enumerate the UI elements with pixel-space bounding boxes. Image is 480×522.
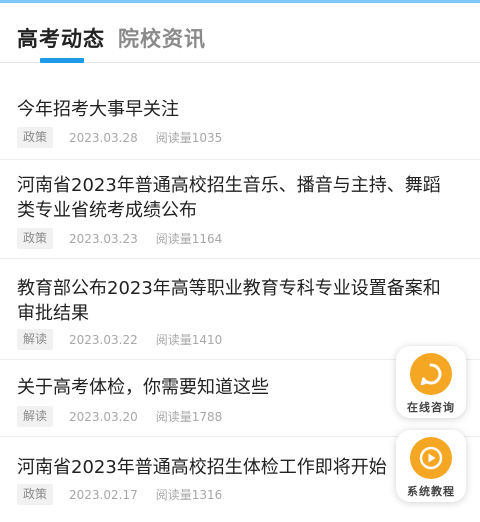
category-badge: 政策 — [17, 228, 54, 249]
news-title: 教育部公布2023年高等职业教育专科专业设置备案和审批结果 — [17, 278, 441, 324]
news-meta: 解读 2023.03.22 阅读量1410 — [17, 329, 222, 350]
news-item[interactable]: 今年招考大事早关注 政策 2023.03.28 阅读量1035 — [0, 64, 480, 160]
news-title: 河南省2023年普通高校招生音乐、播音与主持、舞蹈类专业省统考成绩公布 — [17, 175, 441, 221]
news-meta: 政策 2023.02.17 阅读量1316 — [17, 484, 222, 505]
tab-bar: 高考动态 院校资讯 — [0, 3, 480, 63]
publish-date: 2023.03.20 — [69, 409, 138, 424]
publish-date: 2023.02.17 — [69, 487, 138, 502]
tab-exam-news[interactable]: 高考动态 — [17, 23, 105, 53]
tab-school-news[interactable]: 院校资讯 — [118, 23, 206, 53]
view-count: 阅读量1788 — [155, 410, 223, 424]
news-title: 河南省2023年普通高校招生体检工作即将开始 — [17, 457, 387, 478]
publish-date: 2023.03.23 — [69, 231, 138, 246]
publish-date: 2023.03.22 — [69, 332, 138, 347]
category-badge: 政策 — [17, 484, 54, 505]
news-item[interactable]: 教育部公布2023年高等职业教育专科专业设置备案和审批结果 解读 2023.03… — [0, 259, 480, 360]
category-badge: 政策 — [17, 127, 54, 148]
category-badge: 解读 — [17, 406, 54, 427]
chat-icon — [410, 353, 452, 395]
view-count: 阅读量1410 — [155, 333, 223, 347]
news-meta: 解读 2023.03.20 阅读量1788 — [17, 406, 222, 427]
online-consult-label: 在线咨询 — [407, 401, 455, 414]
news-meta: 政策 2023.03.28 阅读量1035 — [17, 127, 222, 148]
view-count: 阅读量1035 — [155, 131, 223, 145]
category-badge: 解读 — [17, 329, 54, 350]
system-tutorial-button[interactable]: 系统教程 — [396, 430, 466, 502]
online-consult-button[interactable]: 在线咨询 — [396, 346, 466, 418]
play-icon — [410, 437, 452, 479]
active-tab-indicator — [40, 58, 84, 63]
news-item[interactable]: 河南省2023年普通高校招生音乐、播音与主持、舞蹈类专业省统考成绩公布 政策 2… — [0, 160, 480, 259]
system-tutorial-label: 系统教程 — [407, 485, 455, 498]
view-count: 阅读量1164 — [155, 232, 223, 246]
publish-date: 2023.03.28 — [69, 130, 138, 145]
view-count: 阅读量1316 — [155, 488, 223, 502]
news-title: 关于高考体检，你需要知道这些 — [17, 377, 269, 398]
news-meta: 政策 2023.03.23 阅读量1164 — [17, 228, 222, 249]
news-title: 今年招考大事早关注 — [17, 99, 179, 120]
